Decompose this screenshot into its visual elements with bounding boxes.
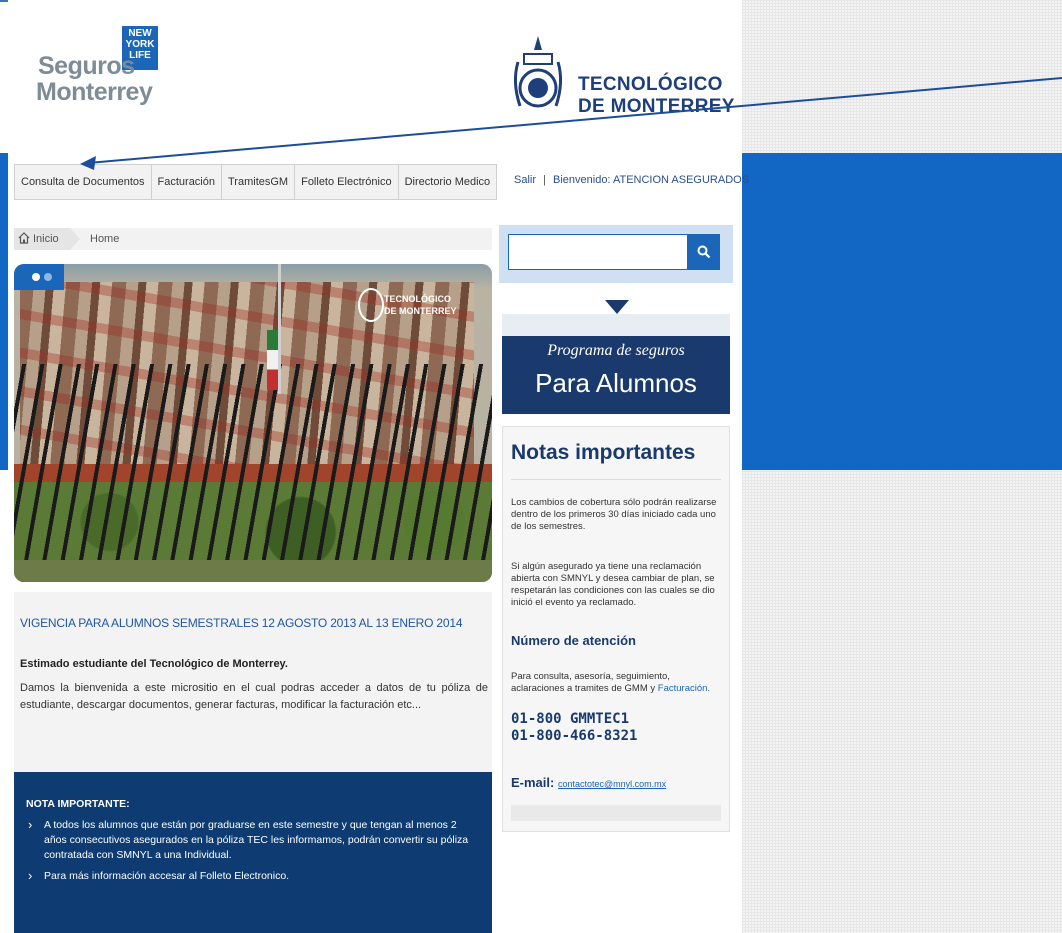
banner-box: Programa de seguros Para Alumnos (502, 314, 730, 414)
nav-item-facturacion[interactable]: Facturación (152, 165, 222, 199)
intro-text: Damos la bienvenida a este micrositio en… (20, 682, 488, 711)
breadcrumb-home[interactable]: Inicio (14, 228, 80, 250)
notes-divider (511, 479, 721, 480)
hero-tec-logo: TECNOLÓGICO DE MONTERREY (358, 284, 476, 324)
phone-1: 01-800 GMMTEC1 (511, 711, 630, 727)
tec-seal-icon (513, 36, 563, 108)
hero-fence (14, 364, 492, 582)
logo-text-monterrey: Monterrey (36, 78, 153, 106)
logout-link[interactable]: Salir (514, 174, 536, 186)
hero-flag (267, 330, 278, 390)
banner-line1: Programa de seguros (547, 342, 685, 359)
slide-dot-2[interactable] (44, 273, 52, 281)
search-icon (697, 245, 711, 259)
attention-title: Número de atención (511, 633, 636, 648)
notes-title: Notas importantes (511, 441, 696, 464)
attention-text: Para consulta, asesoría, seguimiento, ac… (511, 671, 723, 695)
notas-importantes-panel: Notas importantes Los cambios de cobertu… (502, 426, 730, 832)
tec-logo-line2: DE MONTERREY (578, 96, 735, 117)
nota-list: A todos los alumnos que están por gradua… (26, 817, 480, 890)
welcome-label: Bienvenido: (553, 174, 611, 186)
nav-item-tramitesgm[interactable]: TramitesGM (222, 165, 296, 199)
notes-paragraph-2: Si algún asegurado ya tiene una reclamac… (511, 561, 715, 608)
phone-2: 01-800-466-8321 (511, 728, 638, 744)
banner-line2: Para Alumnos (535, 368, 697, 398)
email-row: E-mail: contactotec@mnyl.com.mx (511, 775, 666, 790)
slide-dot-1[interactable] (32, 273, 40, 281)
greeting: Estimado estudiante del Tecnológico de M… (20, 658, 288, 670)
breadcrumb-home-label: Inicio (33, 233, 59, 245)
email-label: E-mail: (511, 775, 555, 790)
logo-text-seguros: Seguros (38, 52, 135, 80)
hero-seal-icon (358, 288, 384, 322)
banner-arrow-icon (605, 300, 629, 314)
user-bar: Salir | Bienvenido: ATENCION ASEGURADOS (514, 174, 749, 186)
blue-band-right (742, 153, 1062, 470)
welcome-user: ATENCION ASEGURADOS (612, 174, 750, 186)
user-bar-separator: | (543, 174, 546, 186)
notes-paragraph-1: Los cambios de cobertura sólo podrán rea… (511, 497, 717, 532)
nota-item: Para más información accesar al Folleto … (26, 868, 480, 884)
hero-flagpole (278, 264, 281, 394)
hero-ground (14, 560, 492, 582)
vigencia-heading: VIGENCIA PARA ALUMNOS SEMESTRALES 12 AGO… (20, 616, 463, 630)
hero-logo-line1: TECNOLÓGICO (384, 294, 451, 304)
nav-item-directorio-medico[interactable]: Directorio Medico (399, 165, 497, 199)
tec-monterrey-logo[interactable]: TECNOLÓGICO DE MONTERREY (508, 24, 738, 134)
main-nav: Consulta de Documentos Facturación Trami… (14, 164, 498, 200)
email-link[interactable]: contactotec@mnyl.com.mx (558, 779, 666, 789)
search-button[interactable] (688, 234, 720, 270)
hero-logo-line2: DE MONTERREY (384, 306, 457, 316)
breadcrumb: Inicio Home (14, 228, 492, 250)
nota-item: A todos los alumnos que están por gradua… (26, 817, 480, 863)
attention-text-body: Para consulta, asesoría, seguimiento, ac… (511, 671, 670, 694)
programa-seguros-banner[interactable]: Programa de seguros Para Alumnos (502, 300, 730, 414)
facturacion-link[interactable]: Facturación. (658, 683, 710, 694)
tec-logo-line1: TECNOLÓGICO (578, 74, 723, 95)
nav-item-consulta-documentos[interactable]: Consulta de Documentos (15, 165, 152, 199)
nota-heading: NOTA IMPORTANTE: (26, 798, 130, 810)
notes-footer-strip (511, 805, 721, 821)
slideshow-controls (14, 264, 64, 290)
home-icon (18, 232, 30, 244)
hero-slideshow-image[interactable]: TECNOLÓGICO DE MONTERREY (14, 264, 492, 582)
breadcrumb-current: Home (90, 233, 120, 245)
seguros-monterrey-logo[interactable]: NEW YORK LIFE Seguros Monterrey (30, 24, 170, 114)
search-input[interactable] (508, 234, 688, 270)
nav-item-folleto-electronico[interactable]: Folleto Electrónico (295, 165, 399, 199)
blue-band-left (0, 153, 8, 470)
nota-importante-box: NOTA IMPORTANTE: A todos los alumnos que… (14, 772, 492, 933)
main-content: VIGENCIA PARA ALUMNOS SEMESTRALES 12 AGO… (14, 592, 492, 772)
